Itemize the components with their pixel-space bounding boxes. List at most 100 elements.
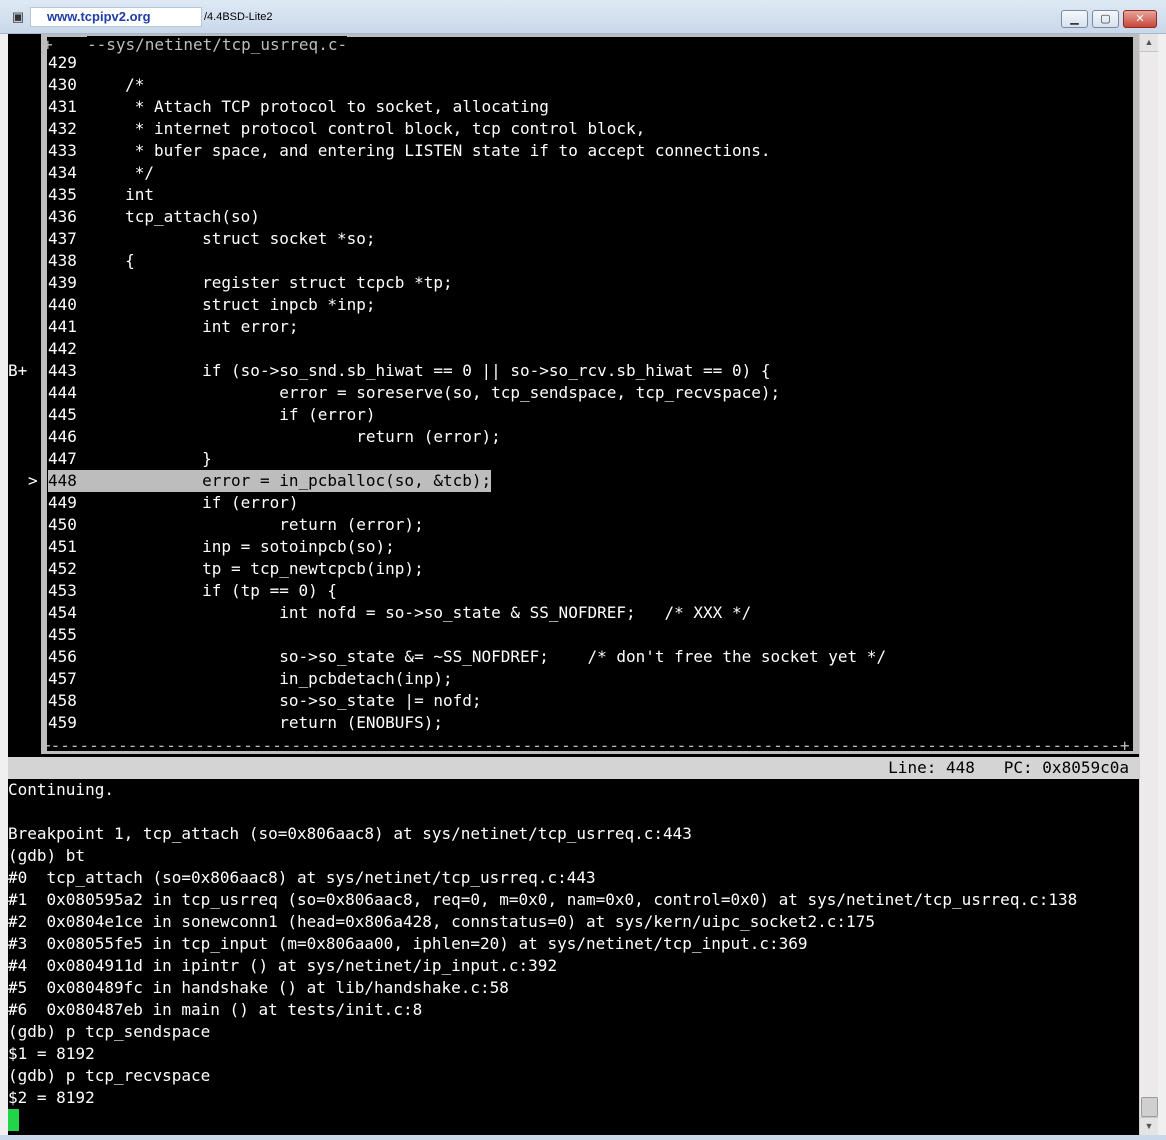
line-code: int bbox=[86, 185, 154, 204]
close-button[interactable]: ✕ bbox=[1123, 10, 1157, 28]
line-number: 439 bbox=[48, 273, 77, 292]
line-code: inp = sotoinpcb(so); bbox=[86, 537, 395, 556]
breakpoint-marker[interactable]: B+ bbox=[8, 360, 48, 382]
line-number: 440 bbox=[48, 295, 77, 314]
source-line: 453 if (tp == 0) { bbox=[48, 580, 337, 602]
source-line: 439 register struct tcpcb *tp; bbox=[48, 272, 453, 294]
line-number: 453 bbox=[48, 581, 77, 600]
source-line: 442 bbox=[48, 338, 87, 360]
window-title: /4.4BSD-Lite2 bbox=[204, 11, 273, 23]
window-titlebar: ▣ www.tcpipv2.org /4.4BSD-Lite2 ▁ ▢ ✕ bbox=[0, 0, 1166, 34]
source-line: 451 inp = sotoinpcb(so); bbox=[48, 536, 395, 558]
window-bottom-frame bbox=[0, 1135, 1166, 1140]
source-line: 436 tcp_attach(so) bbox=[48, 206, 260, 228]
vertical-scrollbar[interactable]: ▲ ▼ bbox=[1139, 34, 1158, 1135]
line-number: 459 bbox=[48, 713, 77, 732]
line-code: if (so->so_snd.sb_hiwat == 0 || so->so_r… bbox=[86, 361, 771, 380]
line-number: 455 bbox=[48, 625, 77, 644]
console-line: Breakpoint 1, tcp_attach (so=0x806aac8) … bbox=[8, 824, 692, 843]
line-number: 442 bbox=[48, 339, 77, 358]
line-number: 446 bbox=[48, 427, 77, 446]
line-code: in_pcbdetach(inp); bbox=[86, 669, 453, 688]
line-code: int error; bbox=[86, 317, 299, 336]
terminal-icon[interactable]: ▣ bbox=[10, 9, 26, 25]
scroll-up-arrow-icon[interactable]: ▲ bbox=[1140, 34, 1158, 52]
source-line: 447 } bbox=[48, 448, 212, 470]
line-code: * Attach TCP protocol to socket, allocat… bbox=[86, 97, 549, 116]
console-line: $2 = 8192 bbox=[8, 1088, 95, 1107]
line-code: return (error); bbox=[86, 515, 424, 534]
source-line: 430 /* bbox=[48, 74, 144, 96]
source-line: 456 so->so_state &= ~SS_NOFDREF; /* don'… bbox=[48, 646, 886, 668]
line-number: 450 bbox=[48, 515, 77, 534]
console-line: #4 0x0804911d in ipintr () at sys/netine… bbox=[8, 956, 558, 975]
scroll-down-arrow-icon[interactable]: ▼ bbox=[1140, 1117, 1158, 1135]
line-code: if (error) bbox=[86, 405, 376, 424]
source-line: 433 * bufer space, and entering LISTEN s… bbox=[48, 140, 770, 162]
line-number: 458 bbox=[48, 691, 77, 710]
line-code: struct inpcb *inp; bbox=[86, 295, 376, 314]
maximize-button[interactable]: ▢ bbox=[1092, 10, 1119, 28]
source-line: 440 struct inpcb *inp; bbox=[48, 294, 376, 316]
line-number: 438 bbox=[48, 251, 77, 270]
minimize-button[interactable]: ▁ bbox=[1061, 10, 1088, 28]
line-number: 454 bbox=[48, 603, 77, 622]
line-number: 437 bbox=[48, 229, 77, 248]
line-number: 448 bbox=[48, 471, 77, 490]
console-line: #0 tcp_attach (so=0x806aac8) at sys/neti… bbox=[8, 868, 596, 887]
status-line-pc: Line: 448 PC: 0x8059c0a bbox=[888, 758, 1129, 777]
source-line: 457 in_pcbdetach(inp); bbox=[48, 668, 453, 690]
line-code: { bbox=[86, 251, 135, 270]
source-line: 454 int nofd = so->so_state & SS_NOFDREF… bbox=[48, 602, 751, 624]
line-number: 443 bbox=[48, 361, 77, 380]
source-line: 434 */ bbox=[48, 162, 154, 184]
line-code: * internet protocol control block, tcp c… bbox=[86, 119, 646, 138]
terminal[interactable]: + --sys/netinet/tcp_usrreq.c- B+ > 429 43… bbox=[8, 34, 1139, 1135]
line-number: 431 bbox=[48, 97, 77, 116]
status-bar: child process 49646 (SingleKey) In: tcp_… bbox=[8, 757, 1139, 799]
line-code: if (tp == 0) { bbox=[86, 581, 337, 600]
line-number: 449 bbox=[48, 493, 77, 512]
line-code: struct socket *so; bbox=[86, 229, 376, 248]
source-file-label: --sys/netinet/tcp_usrreq.c- bbox=[87, 35, 348, 56]
source-line: 444 error = soreserve(so, tcp_sendspace,… bbox=[48, 382, 780, 404]
line-code: /* bbox=[86, 75, 145, 94]
line-code: so->so_state |= nofd; bbox=[86, 691, 482, 710]
console-line: #3 0x08055fe5 in tcp_input (m=0x806aa00,… bbox=[8, 934, 808, 953]
line-code: register struct tcpcb *tp; bbox=[86, 273, 453, 292]
line-code: * bufer space, and entering LISTEN state… bbox=[86, 141, 771, 160]
line-number: 452 bbox=[48, 559, 77, 578]
scroll-thumb[interactable] bbox=[1141, 1097, 1158, 1117]
line-code: if (error) bbox=[86, 493, 299, 512]
source-line: 438 { bbox=[48, 250, 135, 272]
line-number: 456 bbox=[48, 647, 77, 666]
source-line: 450 return (error); bbox=[48, 514, 424, 536]
source-line: 432 * internet protocol control block, t… bbox=[48, 118, 645, 140]
line-number: 441 bbox=[48, 317, 77, 336]
line-number: 434 bbox=[48, 163, 77, 182]
source-line: 458 so->so_state |= nofd; bbox=[48, 690, 482, 712]
line-code: so->so_state &= ~SS_NOFDREF; /* don't fr… bbox=[86, 647, 887, 666]
source-line: 441 int error; bbox=[48, 316, 298, 338]
line-code: tcp_attach(so) bbox=[86, 207, 260, 226]
line-number: 436 bbox=[48, 207, 77, 226]
console-line: Continuing. bbox=[8, 780, 114, 799]
url-badge-text: www.tcpipv2.org bbox=[47, 9, 151, 24]
line-code: int nofd = so->so_state & SS_NOFDREF; /*… bbox=[86, 603, 752, 622]
line-number: 430 bbox=[48, 75, 77, 94]
line-number: 457 bbox=[48, 669, 77, 688]
line-number: 435 bbox=[48, 185, 77, 204]
line-number: 432 bbox=[48, 119, 77, 138]
line-code: */ bbox=[86, 163, 154, 182]
line-code: tp = tcp_newtcpcb(inp); bbox=[86, 559, 424, 578]
console-line: $1 = 8192 bbox=[8, 1044, 95, 1063]
source-line: 445 if (error) bbox=[48, 404, 376, 426]
line-code: return (ENOBUFS); bbox=[86, 713, 443, 732]
source-window-bottom-border: +---------------------------------------… bbox=[41, 736, 1130, 755]
source-line: 452 tp = tcp_newtcpcb(inp); bbox=[48, 558, 424, 580]
source-line: 429 bbox=[48, 52, 87, 74]
source-line: 455 bbox=[48, 624, 87, 646]
source-line: 437 struct socket *so; bbox=[48, 228, 376, 250]
console-line: #2 0x0804e1ce in sonewconn1 (head=0x806a… bbox=[8, 912, 875, 931]
url-badge: www.tcpipv2.org bbox=[30, 7, 202, 27]
